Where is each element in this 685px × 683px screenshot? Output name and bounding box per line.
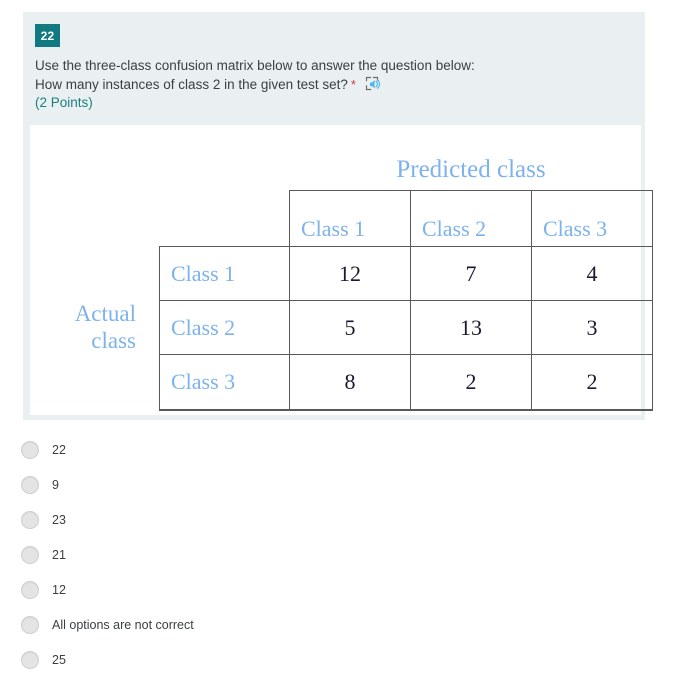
- matrix-row-header-column: Class 1 Class 2 Class 3: [159, 246, 290, 411]
- answer-option[interactable]: 22: [0, 432, 685, 467]
- matrix-cell: 3: [586, 314, 598, 340]
- confusion-matrix-image: Predicted class Actual class Class 1 Cla…: [30, 125, 653, 415]
- matrix-cell: 5: [290, 301, 411, 354]
- radio-button-icon[interactable]: [21, 440, 39, 459]
- matrix-column-header: Class 2: [411, 191, 532, 246]
- answer-option-label: All options are not correct: [52, 617, 194, 632]
- radio-button-icon[interactable]: [21, 650, 39, 669]
- matrix-header-row: Class 1 Class 2 Class 3: [290, 191, 652, 247]
- matrix-data-row: 12 7 4: [290, 247, 652, 301]
- radio-button-icon[interactable]: [21, 615, 39, 634]
- answer-option[interactable]: 25: [0, 642, 685, 677]
- question-prompt-line-2: How many instances of class 2 in the giv…: [35, 76, 348, 92]
- question-prompt-line-2-wrapper: How many instances of class 2 in the giv…: [35, 76, 635, 95]
- matrix-grid: Class 1 Class 2 Class 3 12 7 4 5 13 3 8 …: [289, 190, 653, 411]
- matrix-cell: 7: [411, 247, 532, 300]
- immersive-reader-icon[interactable]: [365, 76, 382, 92]
- question-text-block: Use the three-class confusion matrix bel…: [35, 57, 635, 113]
- answer-options-list: 22 9 23 21 12 All options are not correc…: [0, 432, 685, 677]
- matrix-row-header: Class 1: [160, 247, 289, 301]
- matrix-cell: 12: [290, 247, 411, 300]
- matrix-data-row: 5 13 3: [290, 301, 652, 355]
- actual-class-axis-title-line-2: class: [91, 328, 136, 353]
- matrix-cell: 2: [586, 369, 598, 394]
- matrix-cell: 13: [411, 301, 532, 354]
- matrix-cell: 2: [411, 355, 532, 409]
- radio-button-icon[interactable]: [21, 580, 39, 599]
- answer-option-label: 12: [52, 582, 66, 597]
- radio-button-icon[interactable]: [21, 475, 39, 494]
- matrix-cell: 8: [290, 355, 411, 409]
- actual-class-axis-title: Actual class: [36, 300, 136, 354]
- answer-option-label: 22: [52, 442, 66, 457]
- matrix-row-header: Class 2: [160, 301, 289, 355]
- answer-option[interactable]: 23: [0, 502, 685, 537]
- matrix-column-header: Class 3: [543, 216, 608, 241]
- answer-option-label: 9: [52, 477, 59, 492]
- answer-option[interactable]: All options are not correct: [0, 607, 685, 642]
- answer-option-label: 21: [52, 547, 66, 562]
- matrix-cell: 4: [586, 260, 598, 286]
- answer-option[interactable]: 12: [0, 572, 685, 607]
- question-panel: 22 Use the three-class confusion matrix …: [23, 12, 653, 420]
- radio-button-icon[interactable]: [21, 545, 39, 564]
- matrix-row-header: Class 3: [171, 369, 236, 394]
- answer-option[interactable]: 9: [0, 467, 685, 502]
- required-asterisk: *: [350, 76, 356, 92]
- answer-option-label: 23: [52, 512, 66, 527]
- actual-class-axis-title-line-1: Actual: [74, 301, 136, 326]
- answer-option[interactable]: 21: [0, 537, 685, 572]
- radio-button-icon[interactable]: [21, 510, 39, 529]
- question-points: (2 Points): [35, 95, 93, 110]
- predicted-class-axis-title: Predicted class: [396, 156, 546, 183]
- matrix-column-header: Class 1: [290, 191, 411, 246]
- answer-option-label: 25: [52, 652, 66, 667]
- question-number-badge: 22: [35, 24, 60, 47]
- question-prompt-line-1: Use the three-class confusion matrix bel…: [35, 58, 475, 73]
- matrix-data-row: 8 2 2: [290, 355, 652, 409]
